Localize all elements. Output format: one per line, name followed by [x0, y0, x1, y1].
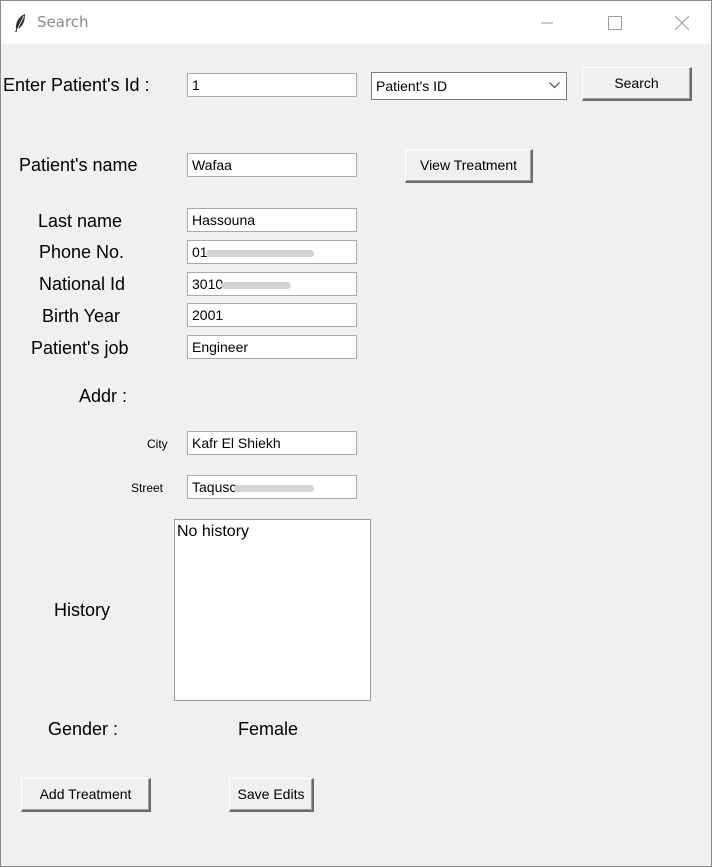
- view-treatment-button[interactable]: View Treatment: [405, 149, 533, 183]
- job-label: Patient's job: [31, 338, 129, 358]
- add-treatment-button[interactable]: Add Treatment: [21, 778, 151, 812]
- close-icon: [675, 16, 689, 30]
- patient-name-value: Wafaa: [192, 157, 232, 173]
- patient-name-label: Patient's name: [19, 155, 138, 175]
- city-label: City: [147, 437, 168, 451]
- last-name-value: Hassouna: [192, 212, 256, 228]
- national-id-label: National Id: [39, 274, 126, 294]
- job-value: Engineer: [192, 339, 249, 355]
- search-by-selected: Patient's ID: [376, 78, 448, 94]
- redaction-blur: [221, 281, 292, 289]
- search-window: Search Enter Patient's Id : 1 Patient's …: [0, 0, 712, 867]
- search-button[interactable]: Search: [582, 67, 692, 101]
- job-input[interactable]: Engineer: [187, 335, 357, 359]
- search-by-select[interactable]: Patient's ID: [371, 72, 567, 100]
- patient-id-input[interactable]: 1: [187, 73, 357, 97]
- history-label: History: [54, 600, 111, 620]
- patient-id-label: Enter Patient's Id :: [3, 75, 150, 95]
- phone-input[interactable]: 01: [187, 240, 357, 264]
- patient-id-value: 1: [192, 77, 200, 93]
- last-name-input[interactable]: Hassouna: [187, 208, 357, 232]
- patient-name-input[interactable]: Wafaa: [187, 153, 357, 177]
- feather-icon: [13, 13, 27, 33]
- last-name-label: Last name: [38, 211, 123, 231]
- birth-year-value: 2001: [192, 307, 224, 323]
- redaction-blur: [205, 249, 314, 257]
- title-bar[interactable]: Search: [1, 1, 711, 44]
- national-id-value: 3010: [192, 276, 224, 292]
- history-textarea[interactable]: No history: [174, 519, 371, 701]
- chevron-down-icon: [549, 82, 560, 89]
- phone-label: Phone No.: [39, 242, 125, 262]
- history-text: No history: [177, 523, 250, 540]
- gender-label: Gender :: [48, 719, 119, 739]
- close-button[interactable]: [658, 1, 704, 44]
- birth-year-label: Birth Year: [42, 306, 121, 326]
- gender-value: Female: [238, 719, 299, 739]
- save-edits-button[interactable]: Save Edits: [229, 778, 314, 812]
- street-label: Street: [131, 481, 164, 495]
- city-value: Kafr El Shiekh: [192, 435, 281, 451]
- city-input[interactable]: Kafr El Shiekh: [187, 431, 357, 455]
- national-id-input[interactable]: 3010: [187, 272, 357, 296]
- birth-year-input[interactable]: 2001: [187, 303, 357, 327]
- minimize-button[interactable]: [524, 1, 570, 44]
- maximize-button[interactable]: [591, 1, 637, 44]
- maximize-icon: [608, 16, 622, 30]
- address-label: Addr :: [79, 386, 128, 406]
- redaction-blur: [234, 484, 315, 492]
- street-value: Taqusc: [192, 479, 237, 495]
- minimize-icon: [541, 22, 553, 24]
- street-input[interactable]: Taqusc: [187, 475, 357, 499]
- window-title: Search: [37, 13, 89, 31]
